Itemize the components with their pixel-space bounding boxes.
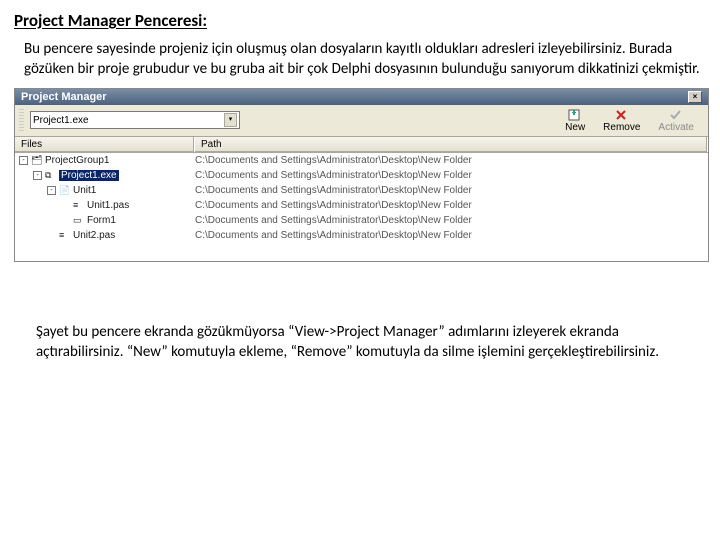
activate-label: Activate	[658, 122, 694, 133]
combo-value: Project1.exe	[33, 115, 224, 126]
remove-button[interactable]: Remove	[595, 108, 648, 133]
form-icon: ▭	[73, 215, 87, 226]
window-title-text: Project Manager	[21, 91, 107, 103]
expand-box[interactable]: -	[47, 186, 56, 195]
tree-item-label: ProjectGroup1	[45, 155, 109, 166]
tree-row[interactable]: ≡Unit1.pas C:\Documents and Settings\Admi…	[15, 198, 708, 213]
project-icon: ⧉	[45, 170, 59, 181]
toolbar: Project1.exe ▾ New Remove Activate	[15, 105, 708, 137]
column-headers: Files Path	[15, 137, 708, 153]
activate-icon	[668, 108, 684, 122]
chevron-down-icon[interactable]: ▾	[224, 113, 237, 127]
page-title: Project Manager Penceresi:	[14, 10, 706, 31]
pas-icon: ≡	[59, 230, 73, 240]
active-project-combo[interactable]: Project1.exe ▾	[30, 111, 240, 129]
project-group-icon: 🗂	[31, 155, 45, 166]
new-button[interactable]: New	[557, 108, 593, 133]
pas-icon: ≡	[73, 200, 87, 210]
project-manager-window: Project Manager × Project1.exe ▾ New Rem…	[14, 88, 709, 262]
path-cell: C:\Documents and Settings\Administrator\…	[195, 200, 708, 211]
unit-icon: 📄	[59, 185, 73, 196]
tree-row[interactable]: -🗂ProjectGroup1 C:\Documents and Settings…	[15, 153, 708, 168]
window-titlebar[interactable]: Project Manager ×	[15, 89, 708, 105]
tree-row[interactable]: ▭Form1 C:\Documents and Settings\Administ…	[15, 213, 708, 228]
expand-box[interactable]: -	[19, 156, 28, 165]
new-icon	[567, 108, 583, 122]
column-files[interactable]: Files	[15, 137, 195, 152]
new-label: New	[565, 122, 585, 133]
outro-paragraph: Şayet bu pencere ekranda gözükmüyorsa “V…	[36, 322, 696, 363]
tree-item-label: Form1	[87, 215, 116, 226]
tree-item-label: Unit2.pas	[73, 230, 115, 241]
tree-row[interactable]: -📄Unit1 C:\Documents and Settings\Adminis…	[15, 183, 708, 198]
close-icon[interactable]: ×	[688, 91, 702, 103]
tree-row[interactable]: ≡Unit2.pas C:\Documents and Settings\Admi…	[15, 228, 708, 243]
tree-item-label: Unit1	[73, 185, 96, 196]
tree-row[interactable]: -⧉Project1.exe C:\Documents and Settings\…	[15, 168, 708, 183]
path-cell: C:\Documents and Settings\Administrator\…	[195, 185, 708, 196]
column-path[interactable]: Path	[195, 137, 708, 152]
path-cell: C:\Documents and Settings\Administrator\…	[195, 170, 708, 181]
intro-paragraph: Bu pencere sayesinde projeniz için oluşm…	[24, 39, 706, 80]
activate-button: Activate	[650, 108, 702, 133]
path-cell: C:\Documents and Settings\Administrator\…	[195, 230, 708, 241]
toolbar-grip	[19, 109, 24, 131]
tree-item-label: Project1.exe	[59, 170, 119, 181]
path-cell: C:\Documents and Settings\Administrator\…	[195, 215, 708, 226]
file-tree[interactable]: -🗂ProjectGroup1C:\Documents and Settings…	[15, 153, 708, 261]
path-cell: C:\Documents and Settings\Administrator\…	[195, 155, 708, 166]
remove-label: Remove	[603, 122, 640, 133]
tree-item-label: Unit1.pas	[87, 200, 129, 211]
expand-box[interactable]: -	[33, 171, 42, 180]
remove-icon	[614, 108, 630, 122]
